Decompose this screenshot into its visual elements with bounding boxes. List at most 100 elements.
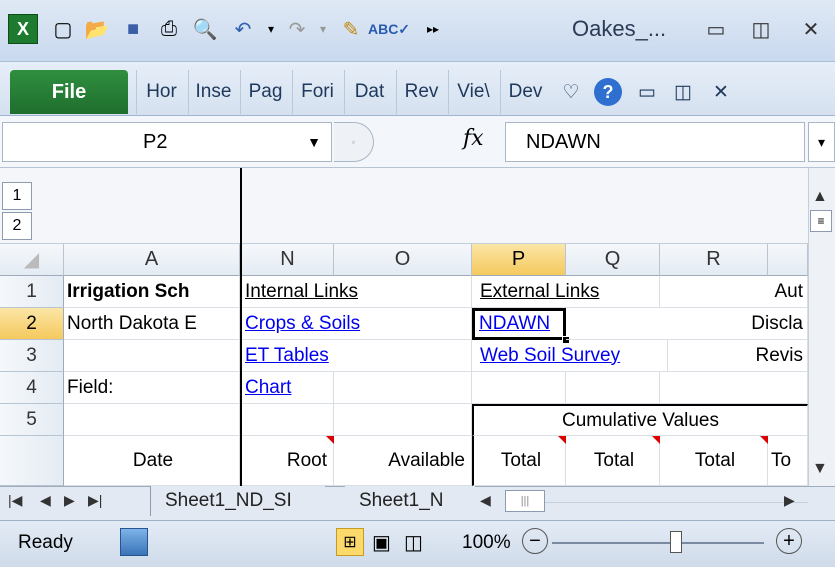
help-icon[interactable]: ? [594, 78, 622, 106]
cell-n4[interactable]: Chart [242, 372, 334, 404]
next-sheet-icon[interactable]: ▶ [64, 492, 75, 509]
scroll-thumb[interactable]: ≡ [810, 210, 832, 232]
expand-formula-icon[interactable]: ▾ [808, 122, 835, 162]
scroll-up-icon[interactable]: ▲ [812, 188, 828, 206]
tab-home[interactable]: Hor [136, 70, 186, 114]
cell-r6[interactable]: Total [660, 436, 768, 486]
scroll-down-icon[interactable]: ▼ [812, 460, 828, 478]
tab-review[interactable]: Rev [396, 70, 446, 114]
tab-page-layout[interactable]: Pag [240, 70, 290, 114]
tab-view[interactable]: Vie\ [448, 70, 498, 114]
row-header-6[interactable] [0, 436, 64, 486]
format-painter-icon[interactable]: ✎ [336, 14, 366, 44]
comment-indicator[interactable] [760, 436, 768, 444]
new-icon[interactable]: ▢ [48, 14, 78, 44]
cell-a6[interactable]: Date [64, 436, 240, 486]
horizontal-scroll-thumb[interactable]: ||| [505, 490, 545, 512]
col-header-p[interactable]: P [472, 244, 566, 276]
col-header-r[interactable]: R [660, 244, 768, 276]
et-tables-link[interactable]: ET Tables [245, 345, 329, 367]
cell-a4[interactable]: Field: [64, 372, 240, 404]
tab-data[interactable]: Dat [344, 70, 394, 114]
page-break-view-icon[interactable]: ◫ [404, 530, 423, 555]
cell-a1[interactable]: Irrigation Sch [64, 276, 240, 308]
ribbon-close-icon[interactable]: ✕ [706, 70, 736, 114]
cell-s3[interactable]: Revis [668, 340, 808, 372]
more-icon[interactable]: ▸▸ [418, 14, 448, 44]
last-sheet-icon[interactable]: ▶| [88, 492, 102, 509]
comment-indicator[interactable] [326, 436, 334, 444]
chart-link[interactable]: Chart [245, 377, 291, 399]
normal-view-icon[interactable]: ⊞ [336, 528, 364, 556]
row-header-4[interactable]: 4 [0, 372, 64, 404]
col-header-n[interactable]: N [242, 244, 334, 276]
outline-level-2[interactable]: 2 [2, 212, 32, 240]
sheet-tab-1[interactable]: Sheet1_ND_SI [150, 486, 325, 516]
ribbon-minimize-icon[interactable]: ▭ [632, 70, 662, 114]
minimize-icon[interactable]: ▭ [700, 14, 732, 44]
cell-n5[interactable] [242, 404, 334, 436]
first-sheet-icon[interactable]: |◀ [8, 492, 22, 509]
restore-icon[interactable]: ◫ [745, 14, 777, 44]
cell-p1[interactable]: External Links [472, 276, 660, 308]
cell-p6[interactable]: Total [472, 436, 566, 486]
zoom-slider[interactable] [552, 542, 764, 544]
print-icon[interactable]: ⎙ [154, 14, 184, 44]
cell-p3[interactable]: Web Soil Survey [472, 340, 668, 372]
name-box[interactable]: P2 ▼ [2, 122, 332, 162]
cell-o5[interactable] [334, 404, 472, 436]
sheet-tab-2[interactable]: Sheet1_N [345, 486, 475, 516]
open-icon[interactable]: 📂 [82, 14, 112, 44]
tab-scroll-left-icon[interactable]: ◀ [480, 492, 491, 509]
tab-developer[interactable]: Dev [500, 70, 550, 114]
cell-s6[interactable]: To [768, 436, 808, 486]
scroll-right-icon[interactable]: ▶ [784, 492, 795, 509]
cell-o4[interactable] [334, 372, 472, 404]
excel-logo-icon[interactable]: X [8, 14, 38, 44]
cell-a5[interactable] [64, 404, 240, 436]
chevron-down-icon[interactable]: ▼ [307, 134, 321, 150]
select-all-corner[interactable]: ◢ [0, 244, 64, 276]
zoom-in-icon[interactable]: + [776, 528, 802, 554]
cell-p4[interactable] [472, 372, 566, 404]
row-header-5[interactable]: 5 [0, 404, 64, 436]
formula-splitter-icon[interactable]: ◦ [334, 122, 374, 162]
horizontal-scroll-track[interactable] [545, 502, 808, 503]
col-header-s[interactable] [768, 244, 808, 276]
cell-n6[interactable]: Root [242, 436, 334, 486]
cell-s2[interactable]: Discla [566, 308, 808, 340]
cell-n2[interactable]: Crops & Soils [242, 308, 472, 340]
col-header-o[interactable]: O [334, 244, 472, 276]
macro-record-icon[interactable] [120, 528, 148, 556]
undo-icon[interactable]: ↶ [228, 14, 258, 44]
print-preview-icon[interactable]: 🔍 [190, 14, 220, 44]
ribbon-restore-icon[interactable]: ◫ [668, 70, 698, 114]
cell-q6[interactable]: Total [566, 436, 660, 486]
comment-indicator[interactable] [558, 436, 566, 444]
save-icon[interactable]: ■ [118, 14, 148, 44]
zoom-out-icon[interactable]: − [522, 528, 548, 554]
web-soil-survey-link[interactable]: Web Soil Survey [480, 345, 620, 367]
cell-s1[interactable]: Aut [660, 276, 808, 308]
cell-p5-merged[interactable]: Cumulative Values [472, 404, 808, 436]
formula-input[interactable]: NDAWN [505, 122, 805, 162]
row-header-1[interactable]: 1 [0, 276, 64, 308]
crops-soils-link[interactable]: Crops & Soils [245, 313, 360, 335]
zoom-level[interactable]: 100% [462, 532, 511, 554]
insert-function-icon[interactable]: fx [463, 126, 484, 151]
tab-insert[interactable]: Inse [188, 70, 238, 114]
row-header-2[interactable]: 2 [0, 308, 64, 340]
outline-level-1[interactable]: 1 [2, 182, 32, 210]
tab-formulas[interactable]: Fori [292, 70, 342, 114]
cell-n3[interactable]: ET Tables [242, 340, 472, 372]
cell-r4[interactable] [660, 372, 808, 404]
page-layout-view-icon[interactable]: ▣ [372, 530, 391, 555]
zoom-slider-thumb[interactable] [670, 531, 682, 553]
ndawn-link[interactable]: NDAWN [479, 313, 550, 335]
ribbon-collapse-icon[interactable]: ♡ [556, 70, 586, 114]
spelling-icon[interactable]: ABC✓ [368, 14, 410, 44]
cell-p2-selected[interactable]: NDAWN [472, 308, 566, 340]
cell-a3[interactable] [64, 340, 240, 372]
cell-n1[interactable]: Internal Links [242, 276, 472, 308]
col-header-q[interactable]: Q [566, 244, 660, 276]
